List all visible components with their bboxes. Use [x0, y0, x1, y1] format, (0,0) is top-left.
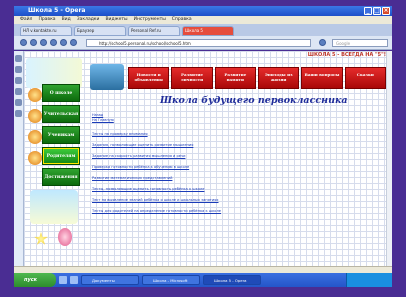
start-button[interactable]: пуск: [14, 273, 56, 287]
bookmarks-panel-icon[interactable]: [15, 55, 22, 62]
list-item-link[interactable]: Тесты на проверку внимания: [92, 129, 382, 140]
menu-tools[interactable]: Инструменты: [134, 16, 166, 24]
tab-label: Браузер: [77, 28, 95, 33]
taskbar: пуск Документы Школа - Microsoft Школа 5…: [14, 273, 392, 287]
tab-personal[interactable]: Personal Ref.ru: [128, 26, 180, 36]
minimize-button[interactable]: _: [364, 7, 372, 15]
window-controls: _ □ ×: [364, 7, 390, 15]
page-scrollbar[interactable]: [386, 51, 392, 266]
list-item-link[interactable]: Тесты для родителей на определение готов…: [92, 206, 382, 217]
status-bar: [14, 266, 392, 273]
home-icon[interactable]: [70, 39, 77, 46]
list-item-link[interactable]: Тесты, позволяющие оценить готовность ре…: [92, 184, 382, 195]
menu-help[interactable]: Справка: [172, 16, 192, 24]
navigation-bar: http://school5.personal.ru/school/school…: [14, 36, 392, 50]
quicklaunch-icon[interactable]: [59, 276, 67, 284]
search-placeholder: Google: [336, 41, 351, 46]
quicklaunch-icon[interactable]: [70, 276, 78, 284]
menu-widgets[interactable]: Виджеты: [105, 16, 127, 24]
list-item-link[interactable]: Тест на выявление знаний ребёнка о школе…: [92, 195, 382, 206]
sidemenu-about-school[interactable]: О школе: [42, 84, 80, 102]
star-icon: [28, 151, 42, 165]
contacts-panel-icon[interactable]: [15, 77, 22, 84]
address-bar[interactable]: http://school5.personal.ru/school/school…: [86, 39, 311, 47]
sidemenu-teachers[interactable]: Учительская: [42, 105, 80, 123]
menu-edit[interactable]: Правка: [38, 16, 55, 24]
star-icon: [28, 130, 42, 144]
forward-icon[interactable]: [30, 39, 37, 46]
page-title: Школа будущего первоклассника: [160, 95, 348, 106]
list-item-link[interactable]: Задания, позволяющие оценить развитие мы…: [92, 140, 382, 151]
star-icon: [28, 88, 42, 102]
topnav-tales[interactable]: Сказки: [344, 67, 386, 89]
topnav-personality[interactable]: Развитие личности: [171, 67, 213, 89]
tab-bar: НЛ v.kontakte.ru Браузер Personal Ref.ru…: [14, 24, 392, 36]
go-icon[interactable]: [319, 39, 326, 46]
topnav-questions[interactable]: Ваши вопросы: [301, 67, 343, 89]
address-url: http://school5.personal.ru/school/school…: [99, 41, 191, 46]
list-item-link[interactable]: Развитие математических представлений: [92, 173, 382, 184]
list-item-link[interactable]: Задание на скорость развития мышления и …: [92, 151, 382, 162]
school-illustration: [90, 64, 124, 90]
search-input[interactable]: Google: [332, 39, 388, 47]
home-link[interactable]: На Главную: [92, 118, 132, 123]
mail-panel-icon[interactable]: [15, 66, 22, 73]
tab-label: Школа 5: [185, 28, 203, 33]
window-titlebar[interactable]: Школа 5 - Opera _ □ ×: [14, 6, 392, 16]
topnav-news[interactable]: Новости и объявления: [128, 67, 170, 89]
downloads-panel-icon[interactable]: [15, 99, 22, 106]
back-icon[interactable]: [20, 39, 27, 46]
rewind-icon[interactable]: [40, 39, 47, 46]
close-button[interactable]: ×: [382, 7, 390, 15]
history-panel-icon[interactable]: [15, 88, 22, 95]
window-title: Школа 5 - Opera: [28, 7, 86, 14]
tab-label: НЛ v.kontakte.ru: [23, 28, 57, 33]
top-navigation: Новости и объявления Развитие личности Р…: [128, 67, 386, 89]
sidemenu-students[interactable]: Ученикам: [42, 126, 80, 144]
taskbar-item-documents[interactable]: Документы: [81, 275, 139, 285]
fast-forward-icon[interactable]: [50, 39, 57, 46]
sidemenu-parents[interactable]: Родителям: [42, 147, 80, 165]
screen-bezel: [0, 287, 406, 297]
taskbar-item-word[interactable]: Школа - Microsoft: [142, 275, 200, 285]
school-motto: ШКОЛА 5 - ВСЕГДА НА "5"!: [307, 52, 386, 58]
notes-panel-icon[interactable]: [15, 110, 22, 117]
menu-view[interactable]: Вид: [62, 16, 71, 24]
side-panel-toolbar: [14, 51, 24, 266]
menu-file[interactable]: Файл: [20, 16, 32, 24]
tab-label: Personal Ref.ru: [131, 28, 161, 33]
tab-browser[interactable]: Браузер: [74, 26, 126, 36]
tab-vkontakte[interactable]: НЛ v.kontakte.ru: [20, 26, 72, 36]
system-tray: [346, 273, 392, 287]
back-links: Назад На Главную: [92, 113, 132, 127]
topnav-memory[interactable]: Развитие памяти: [214, 67, 256, 89]
article-links: Тесты на проверку внимания Задания, позв…: [92, 129, 382, 229]
sidemenu-achievements[interactable]: Достижения: [42, 168, 80, 186]
maximize-button[interactable]: □: [373, 7, 381, 15]
topnav-episodes[interactable]: Эпизоды из жизни: [257, 67, 300, 89]
star-icon: [28, 109, 42, 123]
reload-icon[interactable]: [60, 39, 67, 46]
balloon-icon: [58, 228, 72, 246]
menu-bar: Файл Правка Вид Закладки Виджеты Инструм…: [14, 16, 392, 24]
list-item-link[interactable]: Проверка готовности ребёнка к обучению в…: [92, 162, 382, 173]
side-menu: О школе Учительская Ученикам Родителям Д…: [42, 84, 80, 190]
tab-school5[interactable]: Школа 5: [182, 26, 234, 36]
menu-bookmarks[interactable]: Закладки: [77, 16, 100, 24]
children-illustration: [30, 190, 78, 224]
taskbar-item-opera[interactable]: Школа 5 - Opera: [203, 275, 261, 285]
